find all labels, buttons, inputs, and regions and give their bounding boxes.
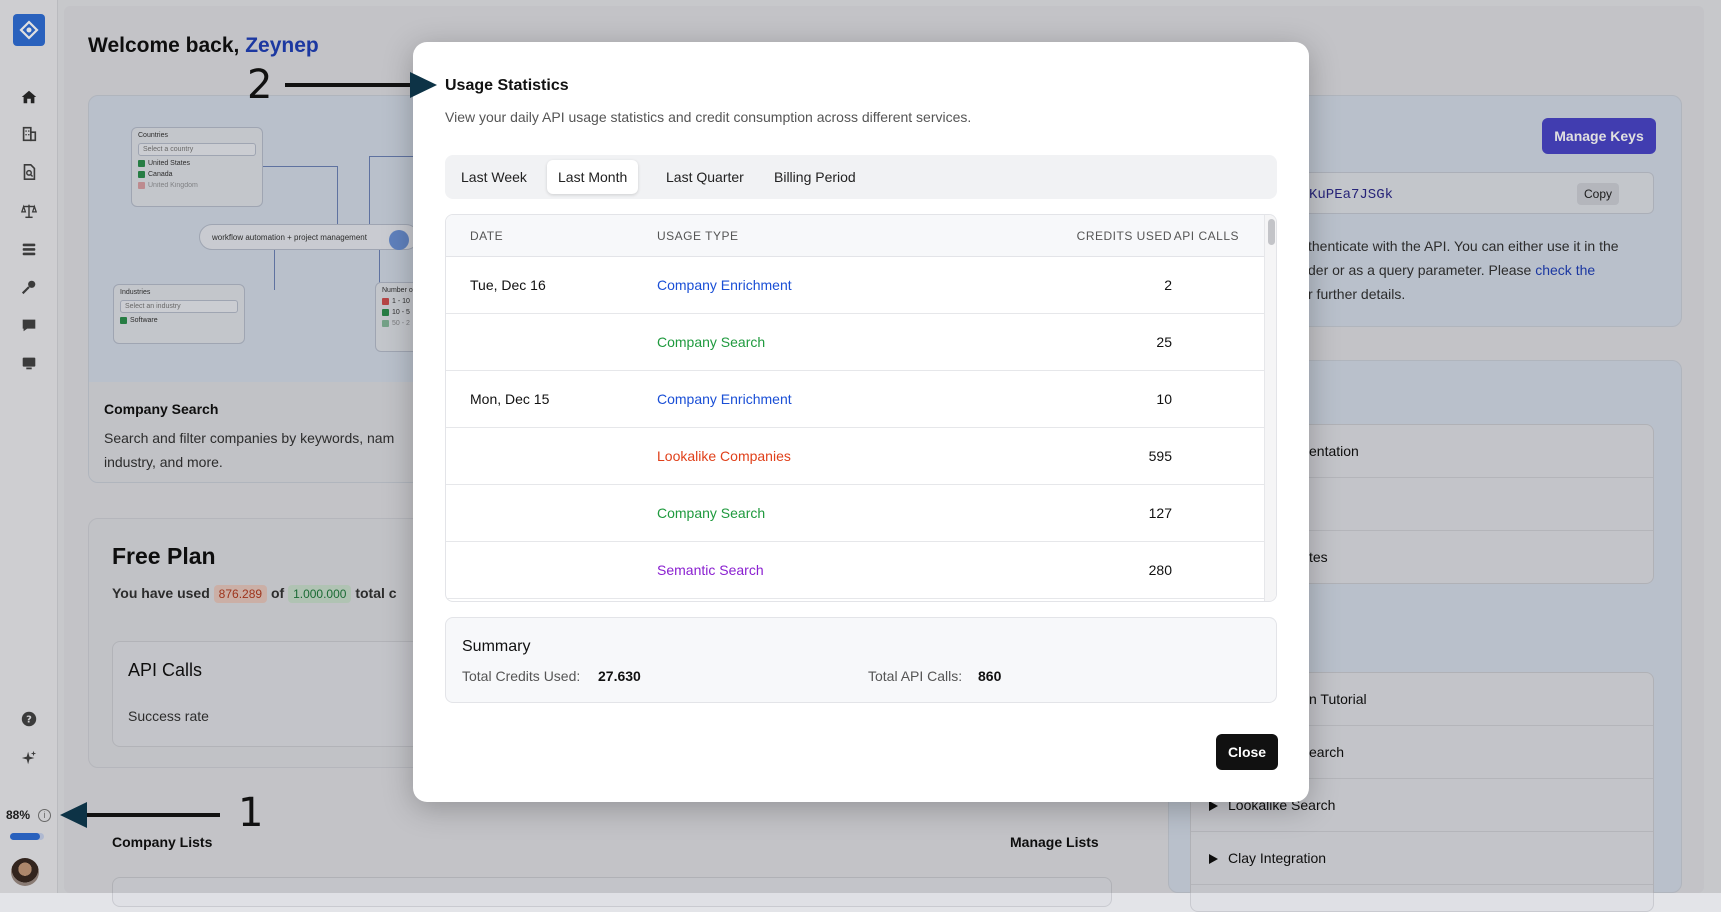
annotation-layer [60,72,437,828]
annotation-number-1: 1 [238,790,264,836]
annotation-number-2: 2 [247,62,273,108]
annotation-arrowhead-2 [410,72,437,98]
annotation-arrowhead-1 [60,802,87,828]
